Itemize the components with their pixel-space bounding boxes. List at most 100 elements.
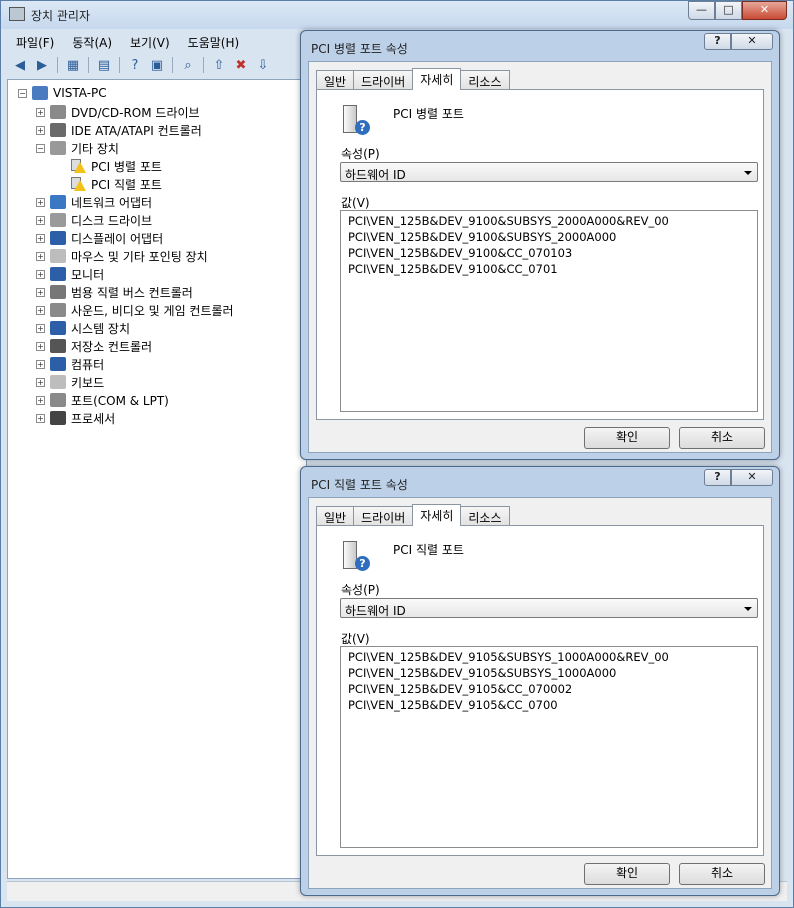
menu-help[interactable]: 도움말(H) [179,31,249,53]
tab-resources[interactable]: 리소스 [460,70,510,90]
scan-hardware-icon[interactable]: ⌕ [179,56,197,74]
device-tree[interactable]: − VISTA-PC + DVD/CD-ROM 드라이브 + IDE ATA/ATAP… [7,79,307,879]
main-titlebar[interactable]: 장치 관리자 — □ ✕ [1,1,793,29]
expand-toggle[interactable]: + [36,395,45,405]
tree-item[interactable]: + 포트(COM & LPT) [36,391,234,409]
disable-device-icon[interactable]: ⇩ [254,56,272,74]
list-item[interactable]: PCI\VEN_125B&DEV_9100&CC_0701 [348,261,669,277]
tab-details[interactable]: 자세히 [412,504,462,526]
menu-view[interactable]: 보기(V) [121,31,179,53]
back-arrow-icon[interactable]: ◀ [11,56,29,74]
forward-arrow-icon[interactable]: ▶ [33,56,51,74]
tree-item[interactable]: + 프로세서 [36,409,234,427]
ok-button[interactable]: 확인 [584,863,670,885]
list-item[interactable]: PCI\VEN_125B&DEV_9105&CC_070002 [348,681,669,697]
tab-driver[interactable]: 드라이버 [353,506,414,526]
dvd-drive-icon [50,105,66,119]
tree-item[interactable]: + 디스플레이 어댑터 [36,229,234,247]
update-driver-icon[interactable]: ⇧ [210,56,228,74]
list-item[interactable]: PCI\VEN_125B&DEV_9105&SUBSYS_1000A000 [348,665,669,681]
ok-button[interactable]: 확인 [584,427,670,449]
device-name: PCI 병렬 포트 [393,107,464,121]
tree-item[interactable]: + 키보드 [36,373,234,391]
expand-toggle[interactable]: − [36,143,45,153]
tree-root[interactable]: − VISTA-PC [18,85,107,101]
property-select[interactable]: 하드웨어 ID [340,162,758,182]
close-button[interactable]: ✕ [731,33,773,50]
close-button[interactable]: ✕ [742,1,787,20]
maximize-button[interactable]: □ [715,1,742,20]
tree-item[interactable]: + IDE ATA/ATAPI 컨트롤러 [36,121,234,139]
expand-toggle[interactable]: + [36,305,45,315]
dialog-titlebar[interactable]: PCI 병렬 포트 속성 ? ✕ [301,31,779,61]
tree-item[interactable]: + 사운드, 비디오 및 게임 컨트롤러 [36,301,234,319]
tree-item-label: DVD/CD-ROM 드라이브 [71,105,200,120]
unknown-device-icon: ? [339,104,371,136]
expand-toggle[interactable]: + [36,323,45,333]
tree-item-label: 기타 장치 [71,141,119,156]
show-hide-tree-icon[interactable]: ▣ [148,56,166,74]
expand-toggle[interactable]: + [36,215,45,225]
expand-toggle[interactable]: + [36,269,45,279]
tree-item[interactable]: + 시스템 장치 [36,319,234,337]
up-level-icon[interactable]: ▦ [64,56,82,74]
list-item[interactable]: PCI\VEN_125B&DEV_9100&SUBSYS_2000A000 [348,229,669,245]
list-item[interactable]: PCI\VEN_125B&DEV_9100&CC_070103 [348,245,669,261]
tab-general[interactable]: 일반 [316,70,355,90]
tree-item[interactable]: + 디스크 드라이브 [36,211,234,229]
tree-item[interactable]: + 범용 직렬 버스 컨트롤러 [36,283,234,301]
tree-item[interactable]: − 기타 장치 [36,139,234,157]
cancel-button[interactable]: 취소 [679,427,765,449]
tab-general[interactable]: 일반 [316,506,355,526]
menu-file[interactable]: 파일(F) [7,31,63,53]
list-item[interactable]: PCI\VEN_125B&DEV_9100&SUBSYS_2000A000&RE… [348,213,669,229]
tab-driver[interactable]: 드라이버 [353,70,414,90]
expand-toggle[interactable]: + [36,233,45,243]
property-select[interactable]: 하드웨어 ID [340,598,758,618]
expand-toggle[interactable]: + [36,197,45,207]
close-button[interactable]: ✕ [731,469,773,486]
device-name: PCI 직렬 포트 [393,543,464,557]
tree-item[interactable]: + 저장소 컨트롤러 [36,337,234,355]
tree-item[interactable]: + 컴퓨터 [36,355,234,373]
expand-toggle[interactable]: + [36,377,45,387]
expand-toggle[interactable]: + [36,341,45,351]
tree-child-item[interactable]: PCI 병렬 포트 [36,157,234,175]
dialog-titlebar[interactable]: PCI 직렬 포트 속성 ? ✕ [301,467,779,497]
expand-toggle[interactable]: + [36,251,45,261]
tree-item[interactable]: + DVD/CD-ROM 드라이브 [36,103,234,121]
value-list[interactable]: PCI\VEN_125B&DEV_9100&SUBSYS_2000A000&RE… [340,210,758,412]
dialog-client: 일반 드라이버 자세히 리소스 ? PCI 직렬 포트 속성(P) 하드웨어 I… [308,497,772,889]
tab-details[interactable]: 자세히 [412,68,462,90]
chevron-down-icon[interactable] [744,607,752,611]
tree-root-label: VISTA-PC [53,86,107,100]
value-list[interactable]: PCI\VEN_125B&DEV_9105&SUBSYS_1000A000&RE… [340,646,758,848]
tree-item-label: 사운드, 비디오 및 게임 컨트롤러 [71,303,234,318]
chevron-down-icon[interactable] [744,171,752,175]
tree-item[interactable]: + 마우스 및 기타 포인팅 장치 [36,247,234,265]
tab-resources[interactable]: 리소스 [460,506,510,526]
list-item[interactable]: PCI\VEN_125B&DEV_9105&CC_0700 [348,697,669,713]
tree-item[interactable]: + 모니터 [36,265,234,283]
tree-item-label: 시스템 장치 [71,321,131,336]
collapse-toggle[interactable]: − [18,88,27,98]
help-icon[interactable]: ? [126,56,144,74]
expand-toggle[interactable]: + [36,287,45,297]
tree-item[interactable]: + 네트워크 어댑터 [36,193,234,211]
properties-icon[interactable]: ▤ [95,56,113,74]
tree-child-item[interactable]: PCI 직렬 포트 [36,175,234,193]
list-item[interactable]: PCI\VEN_125B&DEV_9105&SUBSYS_1000A000&RE… [348,649,669,665]
expand-toggle[interactable]: + [36,413,45,423]
help-button[interactable]: ? [704,33,731,50]
menu-action[interactable]: 동작(A) [63,31,121,53]
expand-toggle[interactable]: + [36,107,45,117]
property-label: 속성(P) [341,583,380,597]
dialog-caption-buttons: ? ✕ [704,469,773,486]
uninstall-icon[interactable]: ✖ [232,56,250,74]
cancel-button[interactable]: 취소 [679,863,765,885]
expand-toggle[interactable]: + [36,125,45,135]
minimize-button[interactable]: — [688,1,715,20]
help-button[interactable]: ? [704,469,731,486]
network-adapter-icon [50,195,66,209]
expand-toggle[interactable]: + [36,359,45,369]
